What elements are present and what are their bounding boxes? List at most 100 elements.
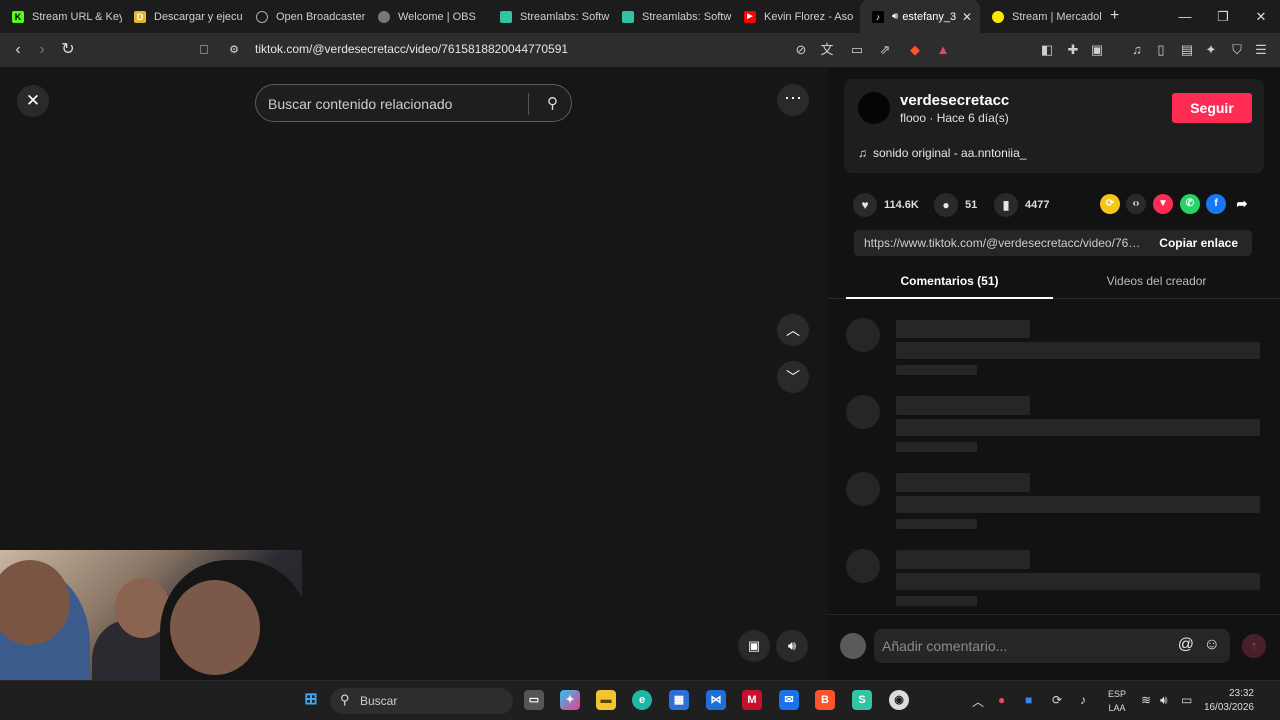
tab-comments[interactable]: Comentarios (51) [846, 274, 1053, 288]
vs-code-icon[interactable]: ⋈ [706, 690, 726, 710]
sync-icon[interactable]: ⟳ [1052, 693, 1062, 707]
bookmark-icon[interactable]: ⎕ [192, 33, 216, 67]
music-icon[interactable]: ♫ [1129, 42, 1145, 58]
browser-tab[interactable]: D Descargar y ejecu [122, 0, 244, 33]
comment-button[interactable]: ● 51 [934, 193, 977, 217]
copilot-icon[interactable]: ✦ [560, 690, 580, 710]
streamlabs-icon[interactable]: S [852, 690, 872, 710]
brave-rewards-icon[interactable]: ▲ [935, 42, 951, 58]
store-icon[interactable]: ▦ [669, 690, 689, 710]
language-code: ESP [1108, 689, 1127, 699]
more-options-icon[interactable]: ⋯ [777, 84, 809, 116]
browser-tab[interactable]: ▶ Kevin Florez - Aso [732, 0, 858, 33]
browser-tab[interactable]: Open Broadcaster [244, 0, 366, 33]
tab-creator-videos[interactable]: Videos del creador [1053, 274, 1260, 288]
task-view-icon[interactable]: ▭ [524, 690, 544, 710]
brave-icon[interactable]: B [815, 690, 835, 710]
forward-icon[interactable]: › [30, 33, 54, 67]
close-tab-icon[interactable]: ✕ [962, 10, 972, 24]
close-video-icon[interactable]: ✕ [17, 85, 49, 117]
show-hidden-icons-icon[interactable]: ︿ [972, 693, 984, 710]
microphone-icon[interactable]: ♪ [1080, 693, 1086, 707]
whatsapp-icon[interactable]: ✆ [1180, 194, 1200, 214]
menu-icon[interactable]: ☰ [1253, 42, 1269, 58]
close-window-icon[interactable]: ✕ [1242, 0, 1280, 33]
windows-start-icon[interactable]: ⊞ [301, 690, 321, 710]
webcam-face [170, 580, 260, 675]
floating-player-icon[interactable]: ▣ [738, 630, 770, 662]
embed-icon[interactable]: ‹› [1126, 194, 1146, 214]
puzzle-icon[interactable]: ✚ [1065, 42, 1081, 58]
wifi-icon[interactable]: ≋ [1141, 693, 1151, 707]
translate-icon[interactable]: 文 [819, 42, 835, 58]
tray-app-icon[interactable]: ● [998, 693, 1005, 707]
skeleton-line [896, 473, 1030, 492]
speaker-icon[interactable]: 🔊︎ [1160, 693, 1168, 708]
no-media-icon[interactable]: ⊘ [793, 42, 809, 58]
minimize-icon[interactable]: — [1166, 0, 1204, 33]
download-site-icon: D [134, 10, 146, 23]
maximize-icon[interactable]: ❐ [1204, 0, 1242, 33]
music-link[interactable]: ♫ sonido original - aa.nntoniia_ [858, 146, 1026, 160]
language-indicator[interactable]: ESP LAA [1108, 687, 1126, 715]
skeleton-line [896, 496, 1260, 513]
send-to-friend-icon[interactable]: ▼ [1153, 194, 1173, 214]
sidebar-icon[interactable]: ▯ [1153, 42, 1169, 58]
screenshot-icon[interactable]: ▣ [1089, 42, 1105, 58]
address-bar[interactable]: tiktok.com/@verdesecretacc/video/7615818… [255, 42, 568, 56]
mention-icon[interactable]: @ [1178, 636, 1194, 654]
browser-tab[interactable]: Streamlabs: Softw [488, 0, 610, 33]
taskbar-search[interactable]: ⚲ Buscar [330, 688, 513, 714]
skeleton-avatar [846, 549, 880, 583]
taskbar-clock[interactable]: 23:32 16/03/2026 [1204, 687, 1254, 715]
skeleton-line [896, 519, 977, 529]
file-explorer-icon[interactable]: ▬ [596, 690, 616, 710]
more-share-icon[interactable]: ➦ [1232, 194, 1252, 214]
facebook-icon[interactable]: f [1206, 194, 1226, 214]
browser-tab[interactable]: Welcome | OBS [366, 0, 488, 33]
extension-icon[interactable]: ◧ [1039, 42, 1055, 58]
skeleton-line [896, 419, 1260, 436]
brave-shield-icon[interactable]: ◆ [907, 42, 923, 58]
tray-app-icon[interactable]: ■ [1025, 693, 1032, 707]
volume-icon[interactable]: 🔊︎ [776, 630, 808, 662]
emoji-icon[interactable]: ☺ [1204, 636, 1220, 654]
avatar[interactable] [858, 92, 890, 124]
leo-ai-icon[interactable]: ✦ [1203, 42, 1219, 58]
browser-tab[interactable]: K Stream URL & Key [0, 0, 122, 33]
tab-label: Welcome | OBS [398, 10, 476, 23]
save-button[interactable]: ▮ 4477 [994, 193, 1049, 217]
like-button[interactable]: ♥ 114.6K [853, 193, 919, 217]
site-info-icon[interactable]: ⚙ [222, 33, 246, 67]
vpn-shield-icon[interactable]: ⛉ [1229, 42, 1245, 58]
tab-label: Stream URL & Key [32, 10, 122, 23]
cast-icon[interactable]: ▭ [849, 42, 865, 58]
share-link-url[interactable]: https://www.tiktok.com/@verdesecretacc/v… [864, 236, 1146, 250]
browser-tab[interactable]: Stream | Mercadol [980, 0, 1104, 33]
browser-tab-active[interactable]: ♪ 🔊︎ estefany_3 ✕ [860, 0, 980, 33]
next-video-icon[interactable]: ﹀ [777, 361, 809, 393]
battery-icon[interactable]: ▭ [1181, 693, 1192, 707]
send-comment-icon[interactable]: ↑ [1242, 634, 1266, 658]
edge-icon[interactable]: e [632, 690, 652, 710]
tab-label: Streamlabs: Softw [642, 10, 732, 23]
browser-tab[interactable]: Streamlabs: Softw [610, 0, 732, 33]
obs-icon[interactable]: ◉ [889, 690, 909, 710]
previous-video-icon[interactable]: ︿ [777, 314, 809, 346]
related-search-input[interactable]: Buscar contenido relacionado ⚲ [255, 84, 572, 122]
copy-link-button[interactable]: Copiar enlace [1159, 236, 1238, 250]
skeleton-avatar [846, 472, 880, 506]
mcafee-icon[interactable]: M [742, 690, 762, 710]
wallet-icon[interactable]: ▤ [1179, 42, 1195, 58]
share-icon[interactable]: ⇗ [877, 42, 893, 58]
search-icon[interactable]: ⚲ [547, 94, 558, 112]
reload-icon[interactable]: ↻ [56, 33, 80, 67]
author-username[interactable]: verdesecretacc [900, 92, 1009, 109]
keyboard-layout: LAA [1108, 703, 1126, 713]
repost-icon[interactable]: ⟳ [1100, 194, 1120, 214]
new-tab-button[interactable]: + [1110, 7, 1119, 25]
outlook-icon[interactable]: ✉ [779, 690, 799, 710]
back-icon[interactable]: ‹ [6, 33, 30, 67]
follow-button[interactable]: Seguir [1172, 93, 1252, 123]
comment-input[interactable]: Añadir comentario... @ ☺ [874, 629, 1230, 663]
